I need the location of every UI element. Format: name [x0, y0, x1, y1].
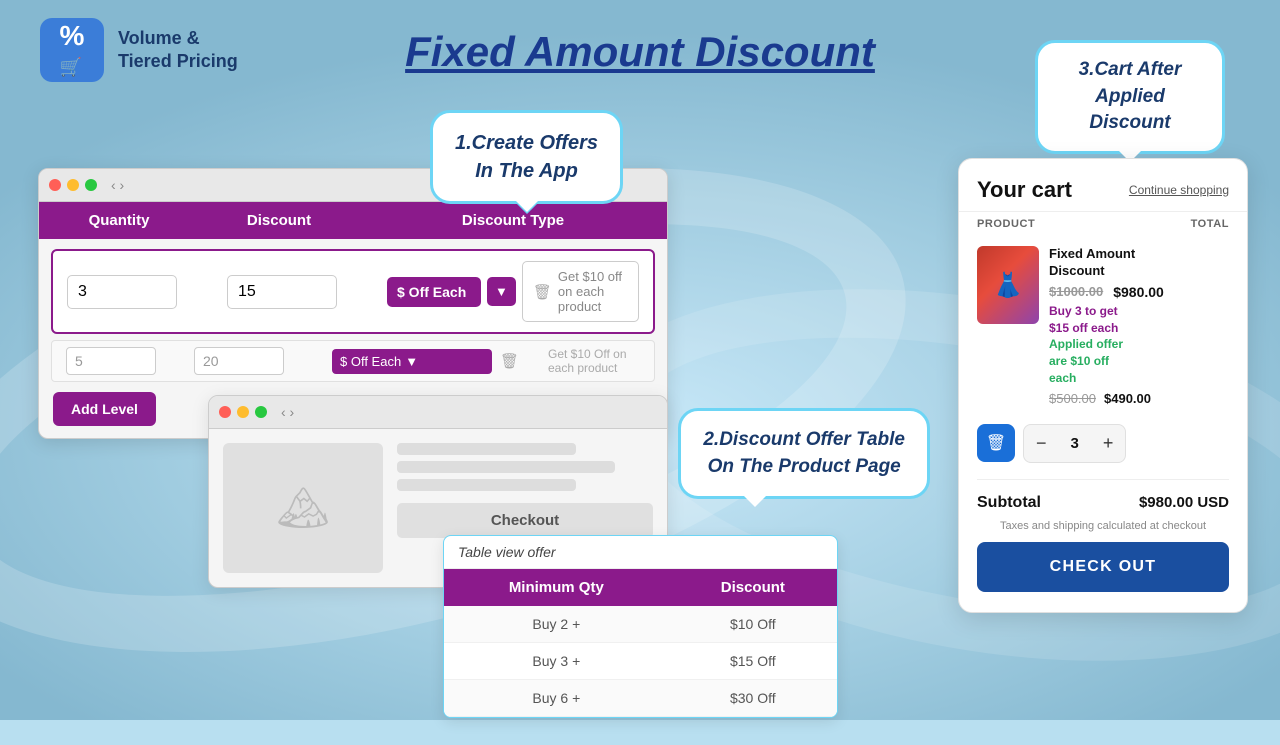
- offer-table-container: Table view offer Minimum Qty Discount Bu…: [443, 535, 838, 718]
- cart-checkout-button[interactable]: CHECK OUT: [977, 542, 1229, 592]
- config-row-2: $ Off Each ▼ 🗑 Get $10 Off on each produ…: [51, 340, 655, 382]
- offer-row-3-discount: $30 Off: [669, 680, 837, 717]
- product-titlebar-arrows[interactable]: ‹ ›: [281, 404, 294, 420]
- traffic-light-red[interactable]: [49, 179, 61, 191]
- cart-item-image: 👗: [977, 246, 1039, 324]
- cart-col-product: PRODUCT: [977, 218, 1035, 230]
- bubble-cart-after: 3.Cart After Applied Discount: [1035, 40, 1225, 154]
- table-header: Quantity Discount Discount Type: [39, 202, 667, 239]
- hint-text-1: Get $10 off on each product: [558, 269, 628, 314]
- bubble-create-offers: 1.Create Offers In The App: [430, 110, 623, 204]
- offer-row-3-qty: Buy 6 +: [444, 680, 669, 717]
- cart-item-details: Fixed Amount Discount $1000.00 $980.00 B…: [1049, 246, 1229, 406]
- col-discount-type: Discount Type: [359, 202, 667, 239]
- add-level-button[interactable]: Add Level: [53, 392, 156, 426]
- quantity-input-2[interactable]: [66, 347, 156, 375]
- bubble-discount-table: 2.Discount Offer Table On The Product Pa…: [678, 408, 930, 499]
- product-checkout-button[interactable]: Checkout: [397, 503, 653, 538]
- product-line-2: [397, 461, 615, 473]
- offer-table-title: Table view offer: [444, 536, 837, 569]
- cart-qty-row: 🗑 − 3 +: [959, 416, 1247, 471]
- dropdown-chevron-2: ▼: [405, 354, 418, 369]
- trash-icon-2[interactable]: 🗑: [500, 352, 540, 370]
- discount-type-row-1: $ Off Each % Off Each ▼ 🗑 Get $10 off on…: [387, 261, 639, 322]
- cart-compare-price2: $490.00: [1104, 391, 1151, 406]
- offer-row-3: Buy 6 + $30 Off: [444, 680, 837, 717]
- dropdown-arrow-1[interactable]: ▼: [487, 277, 516, 306]
- hint-text-2: Get $10 Off on each product: [548, 347, 640, 375]
- product-tl-green[interactable]: [255, 406, 267, 418]
- cart-compare-price: $500.00: [1049, 391, 1096, 406]
- offer-row-2: Buy 3 + $15 Off: [444, 643, 837, 680]
- cart-subtotal-label: Subtotal: [977, 494, 1041, 512]
- offer-col-discount: Discount: [669, 569, 837, 606]
- product-lines: [397, 443, 653, 491]
- cart-divider: [977, 479, 1229, 480]
- offer-row-1-qty: Buy 2 +: [444, 606, 669, 643]
- cart-applied-text: Applied offer are $10 off each: [1049, 336, 1229, 386]
- cart-item: 👗 Fixed Amount Discount $1000.00 $980.00…: [959, 236, 1247, 416]
- product-panel-titlebar: ‹ ›: [209, 396, 667, 429]
- product-image: 🏔: [223, 443, 383, 573]
- discount-type-select-1[interactable]: $ Off Each % Off Each: [387, 277, 481, 307]
- cart-offer-text: Buy 3 to get $15 off each: [1049, 303, 1229, 337]
- cart-title: Your cart: [977, 177, 1072, 203]
- cart-qty-minus[interactable]: −: [1024, 425, 1059, 462]
- product-tl-yellow[interactable]: [237, 406, 249, 418]
- trash-icon-1[interactable]: 🗑: [533, 283, 552, 301]
- logo-text: Volume & Tiered Pricing: [118, 27, 238, 74]
- hint-box-1: 🗑 Get $10 off on each product: [522, 261, 639, 322]
- dropdown-label-2: $ Off Each: [340, 354, 401, 369]
- col-discount: Discount: [199, 202, 359, 239]
- cart-qty-value: 3: [1059, 435, 1091, 452]
- cart-header: Your cart Continue shopping: [959, 159, 1247, 212]
- offer-table: Minimum Qty Discount Buy 2 + $10 Off Buy…: [444, 569, 837, 717]
- cart-col-total: TOTAL: [1191, 218, 1229, 230]
- cart-item-orig-price: $1000.00: [1049, 284, 1103, 299]
- offer-row-1-discount: $10 Off: [669, 606, 837, 643]
- cart-item-price: $980.00: [1113, 284, 1164, 300]
- cart-tax-text: Taxes and shipping calculated at checkou…: [959, 518, 1247, 542]
- page-title: Fixed Amount Discount: [405, 28, 875, 76]
- discount-input-2[interactable]: [194, 347, 284, 375]
- discount-input-1[interactable]: [227, 275, 337, 309]
- col-quantity: Quantity: [39, 202, 199, 239]
- logo: %🛒: [40, 18, 104, 82]
- offer-row-2-qty: Buy 3 +: [444, 643, 669, 680]
- cart-delete-button[interactable]: 🗑: [977, 424, 1015, 462]
- discount-type-select-2[interactable]: $ Off Each ▼: [332, 349, 492, 374]
- cart-subtotal-value: $980.00 USD: [1139, 494, 1229, 511]
- traffic-light-yellow[interactable]: [67, 179, 79, 191]
- quantity-input-1[interactable]: [67, 275, 177, 309]
- product-tl-red[interactable]: [219, 406, 231, 418]
- product-line-1: [397, 443, 576, 455]
- config-row-1: $ Off Each % Off Each ▼ 🗑 Get $10 off on…: [51, 249, 655, 334]
- cart-continue-shopping[interactable]: Continue shopping: [1129, 183, 1229, 197]
- cart-qty-control: − 3 +: [1023, 424, 1126, 463]
- cart-subtotal-row: Subtotal $980.00 USD: [959, 488, 1247, 518]
- offer-row-2-discount: $15 Off: [669, 643, 837, 680]
- cart-columns: PRODUCT TOTAL: [959, 212, 1247, 236]
- product-line-3: [397, 479, 576, 491]
- offer-col-qty: Minimum Qty: [444, 569, 669, 606]
- offer-row-1: Buy 2 + $10 Off: [444, 606, 837, 643]
- titlebar-arrows[interactable]: ‹ ›: [111, 177, 124, 193]
- logo-icon: %🛒: [60, 22, 85, 78]
- cart-panel: Your cart Continue shopping PRODUCT TOTA…: [958, 158, 1248, 613]
- mountain-icon: 🏔: [276, 484, 329, 533]
- traffic-light-green[interactable]: [85, 179, 97, 191]
- cart-qty-plus[interactable]: +: [1091, 425, 1126, 462]
- cart-item-name: Fixed Amount Discount: [1049, 246, 1229, 280]
